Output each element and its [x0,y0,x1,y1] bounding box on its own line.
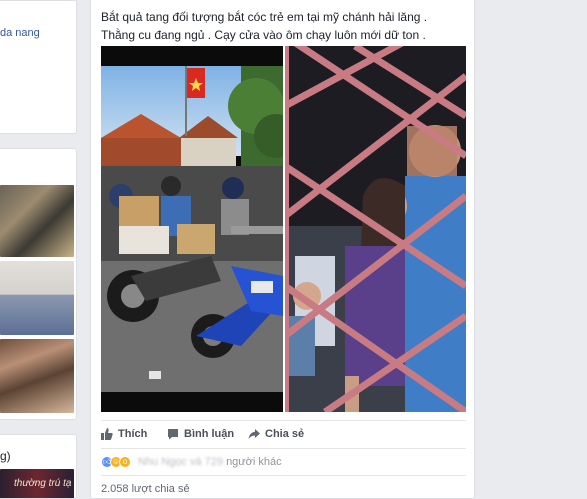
thumbs-up-icon [101,428,113,440]
sidebar-card-photos [0,148,77,420]
reactor-names-blurred: Nhu Ngọc và 729 [138,455,223,468]
banner-text: thường trú tạ [14,478,72,489]
photo-thumbnail[interactable] [0,339,74,413]
post-photo-motorbike[interactable] [101,46,283,412]
section-label: g) [0,449,11,463]
reaction-names[interactable]: Nhu Ngọc và 729 người khác [138,456,282,468]
post-line: Bắt quả tang đối tượng bắt cóc trẻ em tạ… [101,10,428,24]
feed-post: Bắt quả tang đối tượng bắt cóc trẻ em tạ… [90,0,475,499]
photo-thumbnail[interactable] [0,185,74,257]
wow-reaction-icon: o [119,455,131,468]
comment-label: Bình luận [184,428,235,440]
photo-thumbnail[interactable] [0,261,74,335]
group-banner[interactable]: thường trú tạ [0,469,74,498]
scene-illustration [101,66,283,392]
post-message: Bắt quả tang đối tượng bắt cóc trẻ em tạ… [101,8,471,44]
share-label: Chia sẻ [265,428,305,440]
location-link[interactable]: da nang [0,27,40,39]
reactions-summary[interactable]: 👍︎ ☺ o Nhu Ngọc và 729 người khác [101,448,466,472]
post-line: Thằng cu đang ngủ . Cạy cửa vào ôm chạy … [101,28,426,42]
like-button[interactable]: Thích [101,428,147,440]
comment-icon [168,429,178,440]
sidebar-card-intro: da nang [0,0,77,134]
sidebar-card-groups: g) thường trú tạ [0,434,77,499]
share-count[interactable]: 2.058 lượt chia sẻ [101,475,466,495]
comment-button[interactable]: Bình luận [167,428,234,440]
scene-illustration [285,46,466,412]
post-photo-grid [101,46,466,412]
share-button[interactable]: Chia sẻ [248,428,304,440]
others-label: người khác [226,455,282,468]
post-photo-window[interactable] [285,46,466,412]
reaction-icons: 👍︎ ☺ o [101,455,131,468]
like-label: Thích [118,428,148,440]
share-icon [248,429,260,439]
post-action-bar: Thích Bình luận Chia sẻ [101,420,466,446]
left-sidebar: da nang g) thường trú tạ [0,0,77,499]
